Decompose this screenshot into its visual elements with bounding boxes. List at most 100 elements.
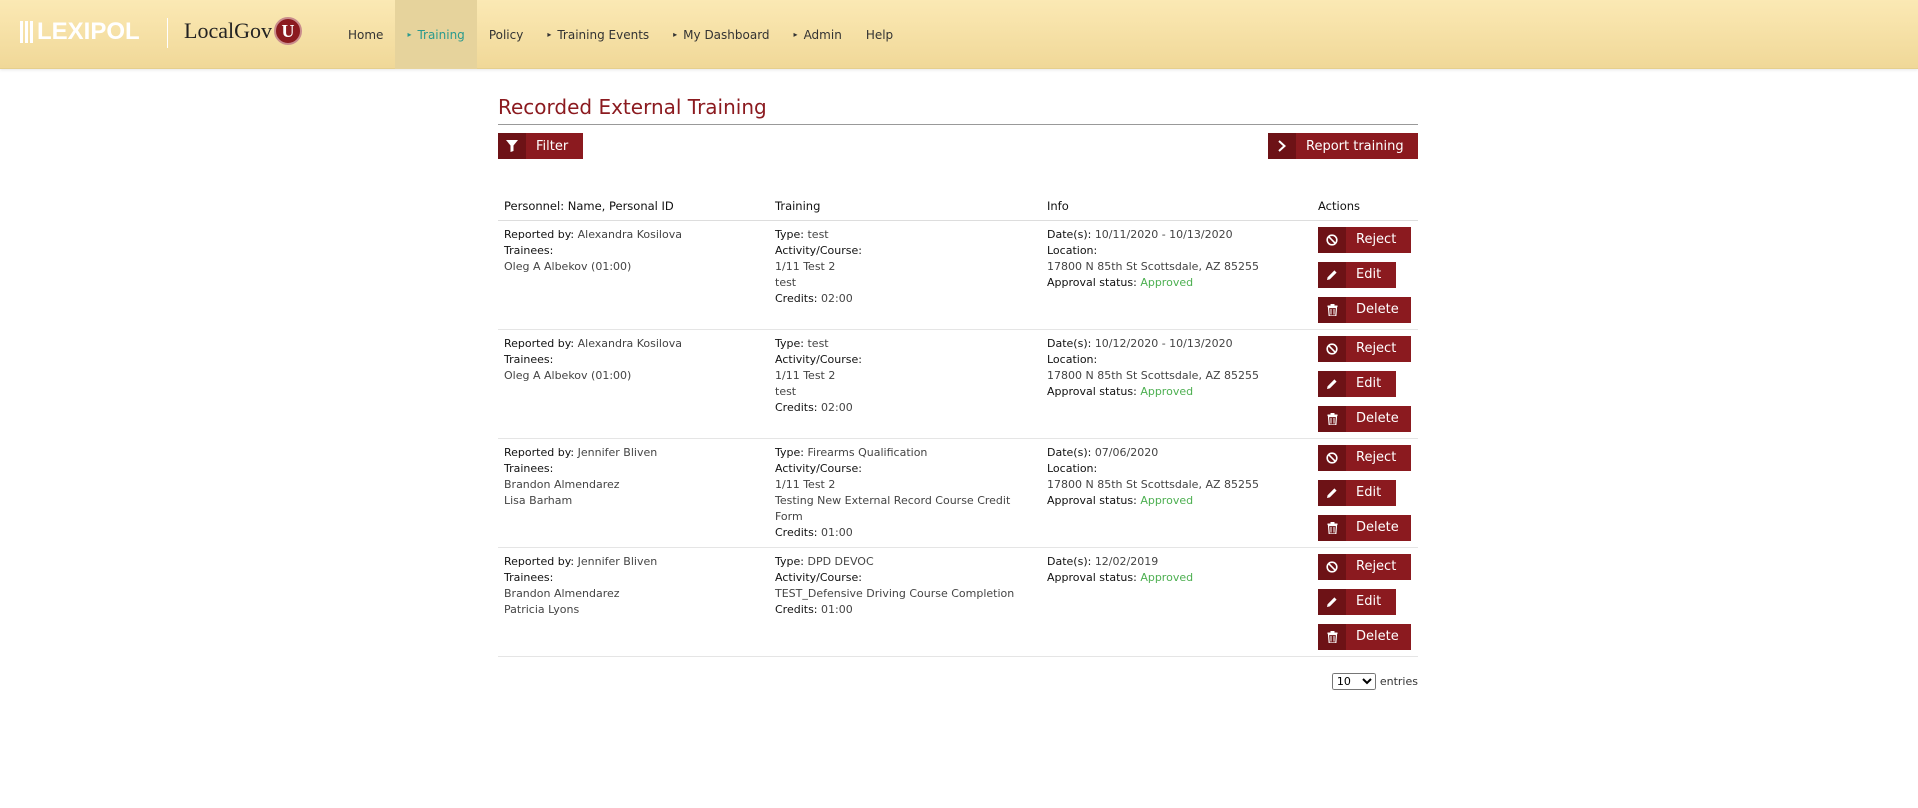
credits: Credits: 02:00 — [775, 400, 1035, 416]
dates-value: 10/11/2020 - 10/13/2020 — [1094, 228, 1233, 241]
delete-button-label: Delete — [1356, 629, 1399, 644]
nav-item-training[interactable]: ▸ Training — [395, 0, 477, 69]
training-cell: Type: test Activity/Course: 1/11 Test 2 tes… — [769, 329, 1041, 439]
delete-button-wrap: Delete — [1318, 624, 1412, 650]
delete-button[interactable]: Delete — [1318, 515, 1411, 541]
dates-label: Date(s): — [1047, 337, 1092, 350]
nav-item-home[interactable]: Home — [336, 0, 395, 69]
status-badge: Approved — [1140, 385, 1194, 398]
actions-cell: Reject Edit Delete — [1312, 220, 1418, 330]
edit-button-label: Edit — [1356, 267, 1382, 282]
activity-course: Testing New External Record Course Credi… — [775, 494, 1011, 523]
dates-value: 10/12/2020 - 10/13/2020 — [1094, 337, 1233, 350]
reported-by-label: Reported by: — [504, 555, 575, 568]
ban-icon — [1318, 227, 1346, 253]
dates: Date(s): 10/12/2020 - 10/13/2020 — [1047, 336, 1306, 352]
column-header-personnel[interactable]: Personnel: Name, Personal ID — [498, 193, 769, 221]
ban-icon — [1318, 554, 1346, 580]
edit-button-label: Edit — [1356, 594, 1382, 609]
status-badge: Approved — [1140, 494, 1194, 507]
reject-button-wrap: Reject — [1318, 227, 1412, 253]
training-cell: Type: Firearms Qualification Activity/Cou… — [769, 438, 1041, 548]
trainee-name: Brandon Almendarez — [504, 478, 620, 491]
edit-button[interactable]: Edit — [1318, 371, 1396, 397]
activity-course: test — [775, 276, 797, 289]
training-type-label: Type: — [775, 446, 804, 459]
table-row: Reported by: Alexandra Kosilova Trainees:… — [498, 329, 1418, 439]
delete-button[interactable]: Delete — [1318, 624, 1411, 650]
actions-group: Reject Edit Delete — [1318, 445, 1412, 541]
info-cell: Date(s): 12/02/2019 Approval status: Appr… — [1041, 547, 1312, 657]
column-header-training[interactable]: Training — [769, 193, 1041, 221]
table-header-row: Personnel: Name, Personal ID Training In… — [498, 193, 1418, 221]
training-type-label: Type: — [775, 337, 804, 350]
u-badge-icon: U — [273, 17, 302, 45]
activity-label: Activity/Course: — [775, 353, 862, 366]
activity-course: 1/11 Test 2 — [775, 478, 836, 491]
nav-item-policy[interactable]: Policy — [477, 0, 536, 69]
training-type-label: Type: — [775, 228, 804, 241]
edit-button[interactable]: Edit — [1318, 589, 1396, 615]
lexipol-logo-text: LEXIPOL — [37, 18, 140, 45]
table-row: Reported by: Jennifer Bliven Trainees: Bra… — [498, 438, 1418, 548]
training-type-value: Firearms Qualification — [807, 446, 928, 459]
approval-status: Approval status: Approved — [1047, 384, 1306, 400]
credits-label: Credits: — [775, 401, 818, 414]
delete-button[interactable]: Delete — [1318, 297, 1411, 323]
main-content: Recorded External Training Filter Report… — [498, 91, 1418, 690]
dates-value: 12/02/2019 — [1094, 555, 1159, 568]
training-type: Type: test — [775, 227, 1035, 243]
nav-item-admin[interactable]: ▸ Admin — [782, 0, 854, 69]
edit-button[interactable]: Edit — [1318, 480, 1396, 506]
caret-right-icon: ▸ — [547, 30, 552, 39]
table-row: Reported by: Jennifer Bliven Trainees: Bra… — [498, 547, 1418, 657]
dates: Date(s): 12/02/2019 — [1047, 554, 1306, 570]
trainee-name: Lisa Barham — [504, 494, 573, 507]
filter-button[interactable]: Filter — [498, 133, 583, 159]
trash-icon — [1318, 406, 1346, 432]
reject-button-wrap: Reject — [1318, 554, 1412, 580]
reject-button[interactable]: Reject — [1318, 336, 1411, 362]
approval-status: Approval status: Approved — [1047, 570, 1306, 586]
report-training-button[interactable]: Report training — [1268, 133, 1418, 159]
activity-course: test — [775, 385, 797, 398]
trainee-name: Brandon Almendarez — [504, 587, 620, 600]
training-cell: Type: DPD DEVOC Activity/Course: TEST_Defe… — [769, 547, 1041, 657]
location-value: 17800 N 85th St Scottsdale, AZ 85255 — [1047, 369, 1259, 382]
actions-group: Reject Edit Delete — [1318, 227, 1412, 323]
credits: Credits: 01:00 — [775, 602, 1035, 618]
edit-button[interactable]: Edit — [1318, 262, 1396, 288]
activity-label: Activity/Course: — [775, 244, 862, 257]
dates-label: Date(s): — [1047, 228, 1092, 241]
approval-status: Approval status: Approved — [1047, 493, 1306, 509]
nav-item-training-events[interactable]: ▸ Training Events — [535, 0, 661, 69]
reject-button[interactable]: Reject — [1318, 227, 1411, 253]
column-header-actions: Actions — [1312, 193, 1418, 221]
nav-item-my-dashboard[interactable]: ▸ My Dashboard — [661, 0, 781, 69]
edit-button-wrap: Edit — [1318, 371, 1412, 397]
trainees-label: Trainees: — [504, 353, 554, 366]
reject-button-wrap: Reject — [1318, 445, 1412, 471]
location-label: Location: — [1047, 244, 1098, 257]
approval-status-label: Approval status: — [1047, 276, 1137, 289]
reported-by: Reported by: Jennifer Bliven — [504, 554, 763, 570]
caret-right-icon: ▸ — [673, 30, 678, 39]
info-cell: Date(s): 10/12/2020 - 10/13/2020 Location… — [1041, 329, 1312, 439]
reported-by-label: Reported by: — [504, 337, 575, 350]
status-badge: Approved — [1140, 276, 1194, 289]
actions-cell: Reject Edit Delete — [1312, 438, 1418, 548]
reject-button[interactable]: Reject — [1318, 554, 1411, 580]
localgov-u-logo[interactable]: LocalGov U — [184, 17, 302, 45]
reject-button-label: Reject — [1356, 341, 1397, 356]
entries-per-page-select[interactable]: 102550100 — [1331, 673, 1376, 690]
nav-item-help[interactable]: Help — [854, 0, 905, 69]
main-nav: Home ▸ Training Policy ▸ Training Events ▸ My D… — [336, 0, 905, 69]
reject-button[interactable]: Reject — [1318, 445, 1411, 471]
activity-course: 1/11 Test 2 — [775, 369, 836, 382]
training-type-value: test — [807, 337, 829, 350]
edit-button-label: Edit — [1356, 376, 1382, 391]
column-header-info[interactable]: Info — [1041, 193, 1312, 221]
table-row: Reported by: Alexandra Kosilova Trainees:… — [498, 220, 1418, 330]
delete-button[interactable]: Delete — [1318, 406, 1411, 432]
lexipol-logo[interactable]: LEXIPOL — [20, 15, 140, 49]
